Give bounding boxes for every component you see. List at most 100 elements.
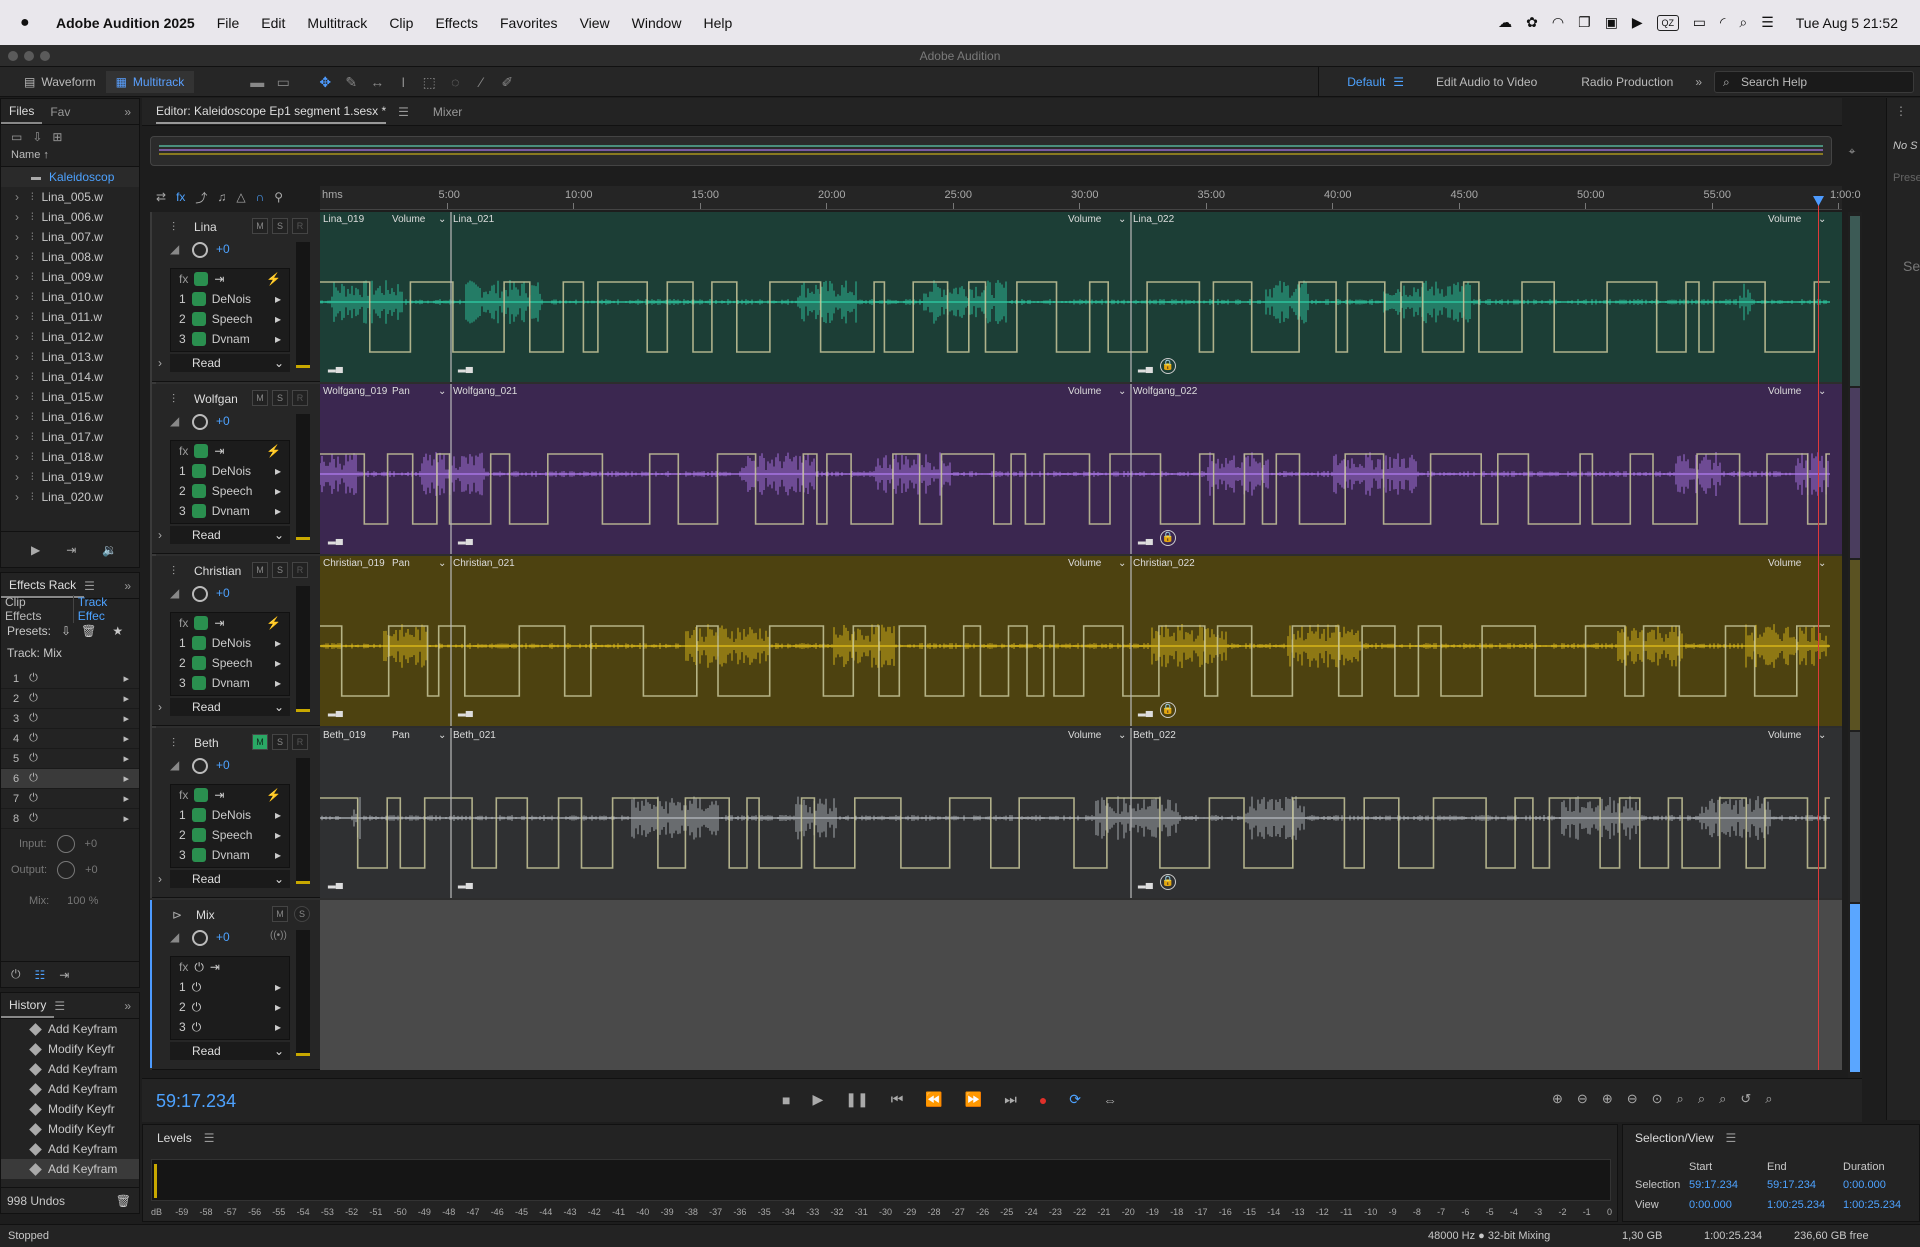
chevron-right-icon[interactable]: › [15, 350, 23, 364]
clear-history-icon[interactable]: 🗑 [116, 1194, 131, 1208]
marquee-tool-icon[interactable]: ⬚ [418, 72, 440, 92]
history-item[interactable]: Modify Keyfr [1, 1119, 139, 1139]
chevron-right-icon[interactable]: › [15, 230, 23, 244]
slot-power-icon[interactable] [191, 848, 206, 862]
clip-envelope-dropdown[interactable]: Volume [1068, 558, 1101, 569]
rack-list-icon[interactable]: ☷ [35, 968, 46, 982]
volume-knob[interactable] [192, 586, 208, 602]
file-item[interactable]: › ⫶ Lina_006.w [1, 207, 139, 227]
slot-arrow-icon[interactable]: ▸ [123, 692, 129, 705]
solo-button[interactable]: S [272, 562, 288, 578]
lasso-tool-icon[interactable]: ◌ [444, 72, 466, 92]
clip-envelope-dropdown[interactable]: Volume [392, 214, 425, 225]
mix-solo-button[interactable]: S [294, 906, 310, 922]
file-item[interactable]: › ⫶ Lina_011.w [1, 307, 139, 327]
chevron-down-icon[interactable]: ⌄ [1818, 730, 1826, 741]
slot-arrow-icon[interactable]: ▸ [275, 848, 281, 862]
slot-arrow-icon[interactable]: ▸ [123, 672, 129, 685]
fx-insert-icon[interactable]: ⇥ [210, 960, 220, 974]
play-preview-icon[interactable]: ▶ [31, 543, 40, 557]
menu-window[interactable]: Window [632, 15, 682, 31]
chevron-down-icon[interactable]: ⌄ [438, 730, 446, 741]
chevron-down-icon[interactable]: ⌄ [1118, 214, 1126, 225]
file-item-session[interactable]: ▬ Kaleidoscop [1, 167, 139, 187]
waveform-mode-button[interactable]: ▤ Waveform [14, 71, 106, 93]
fx-slot[interactable]: 1 DeNois ▸ [171, 461, 289, 481]
import-file-icon[interactable]: ⇩ [32, 130, 42, 144]
selection-start-value[interactable]: 59:17.234 [1689, 1179, 1738, 1191]
clip-boundary[interactable] [450, 728, 452, 898]
file-item[interactable]: › ⫶ Lina_014.w [1, 367, 139, 387]
fx-icon[interactable]: fx [179, 788, 188, 802]
mix-automation-mode[interactable]: Read ⌄ [170, 1042, 290, 1060]
record-arm-button[interactable]: R [292, 218, 308, 234]
clip-name[interactable]: Christian_022 [1133, 558, 1195, 569]
history-item[interactable]: Add Keyfram [1, 1139, 139, 1159]
chevron-right-icon[interactable]: › [15, 190, 23, 204]
slot-arrow-icon[interactable]: ▸ [123, 812, 129, 825]
clip-boundary[interactable] [450, 556, 452, 726]
zoom-in-time-icon[interactable]: ⊕ [1602, 1091, 1613, 1107]
automation-expand-icon[interactable]: › [158, 700, 162, 714]
file-item[interactable]: › ⫶ Lina_015.w [1, 387, 139, 407]
panel-menu-icon[interactable]: ☰ [84, 579, 95, 593]
slot-arrow-icon[interactable]: ▸ [275, 464, 281, 478]
view-start-value[interactable]: 0:00.000 [1689, 1199, 1732, 1211]
effects-view-icon[interactable]: fx [176, 190, 185, 204]
track-name[interactable]: Christian [194, 564, 241, 578]
slot-arrow-icon[interactable]: ▸ [275, 636, 281, 650]
clip-envelope-dropdown[interactable]: Pan [392, 730, 410, 741]
multitrack-mode-button[interactable]: ▦ Multitrack [105, 70, 195, 93]
slot-power-icon[interactable] [191, 636, 206, 650]
clip-name[interactable]: Christian_019 [323, 558, 385, 569]
clip-name[interactable]: Christian_021 [453, 558, 515, 569]
marker-icon[interactable]: ⚲ [274, 190, 283, 204]
chevron-right-icon[interactable]: › [15, 250, 23, 264]
slot-arrow-icon[interactable]: ▸ [123, 792, 129, 805]
zoom-out-time-icon[interactable]: ⊖ [1627, 1091, 1638, 1107]
slot-power-icon[interactable]: ⏻ [29, 672, 38, 685]
chevron-right-icon[interactable]: › [15, 270, 23, 284]
volume-value[interactable]: +0 [216, 758, 230, 772]
zoom-in-point-icon[interactable]: ⌕ [1698, 1091, 1705, 1107]
fx-lightning-icon[interactable]: ⚡ [266, 788, 281, 802]
save-preset-icon[interactable]: ⇩ [61, 624, 71, 638]
chevron-right-icon[interactable]: › [15, 370, 23, 384]
fx-slot[interactable]: 1 DeNois ▸ [171, 633, 289, 653]
track-lane[interactable]: Lina_019 Volume ⌄ ▂▄ Lina_021 Volume ⌄ ▂▄ Lina_0… [320, 212, 1842, 382]
fx-icon[interactable]: fx [179, 960, 188, 974]
panel-overflow-icon[interactable]: » [124, 579, 131, 593]
clip-name[interactable]: Lina_021 [453, 214, 494, 225]
volume-knob[interactable] [192, 414, 208, 430]
slot-power-icon[interactable] [191, 504, 206, 518]
fx-power-icon[interactable] [194, 444, 209, 458]
fx-insert-icon[interactable]: ⇥ [214, 444, 224, 458]
mute-button[interactable]: M [252, 218, 268, 234]
more-workspaces-icon[interactable]: » [1695, 75, 1702, 89]
view-end-value[interactable]: 1:00:25.234 [1767, 1199, 1825, 1211]
effect-slot[interactable]: 8 ⏻ ▸ [1, 809, 139, 829]
chevron-down-icon[interactable]: ⌄ [1818, 214, 1826, 225]
chevron-right-icon[interactable]: › [15, 210, 23, 224]
search-help-input[interactable]: ⌕ Search Help [1714, 70, 1914, 93]
effect-slot[interactable]: 4 ⏻ ▸ [1, 729, 139, 749]
clip-boundary[interactable] [1130, 384, 1132, 554]
zoom-out-amplitude-icon[interactable]: ⊖ [1577, 1091, 1588, 1107]
fx-power-icon[interactable]: ⏻ [194, 960, 204, 975]
file-item[interactable]: › ⫶ Lina_019.w [1, 467, 139, 487]
slot-arrow-icon[interactable]: ▸ [123, 712, 129, 725]
history-item[interactable]: Add Keyfram [1, 1019, 139, 1039]
slot-power-icon[interactable] [191, 292, 206, 306]
zoom-full-icon[interactable]: ⌕ [1765, 1091, 1772, 1107]
fx-slot[interactable]: 1 DeNois ▸ [171, 289, 289, 309]
track-name[interactable]: Lina [194, 220, 217, 234]
fx-icon[interactable]: fx [179, 616, 188, 630]
slot-arrow-icon[interactable]: ▸ [123, 772, 129, 785]
clip-envelope-dropdown[interactable]: Volume [1068, 386, 1101, 397]
slot-power-icon[interactable]: ⏻ [192, 1020, 202, 1035]
volume-knob[interactable] [192, 758, 208, 774]
slot-power-icon[interactable]: ⏻ [29, 712, 38, 725]
fx-lightning-icon[interactable]: ⚡ [266, 272, 281, 286]
file-item[interactable]: › ⫶ Lina_020.w [1, 487, 139, 507]
session-overview-bar[interactable] [150, 136, 1832, 166]
